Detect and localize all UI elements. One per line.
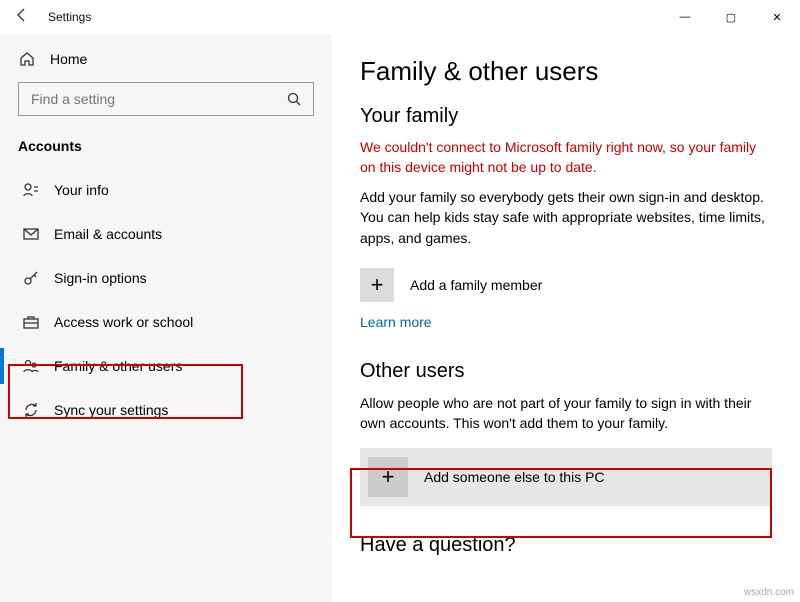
- sidebar-item-sync[interactable]: Sync your settings: [18, 388, 314, 432]
- search-icon: [285, 91, 303, 107]
- watermark: wsxdn.com: [744, 587, 794, 598]
- plus-icon: +: [368, 457, 408, 497]
- sidebar-item-work-school[interactable]: Access work or school: [18, 300, 314, 344]
- window-controls: — ▢ ✕: [662, 0, 800, 34]
- your-family-heading: Your family: [360, 105, 772, 128]
- other-users-desc: Allow people who are not part of your fa…: [360, 393, 772, 434]
- home-nav-item[interactable]: Home: [18, 44, 314, 82]
- sidebar-item-signin[interactable]: Sign-in options: [18, 256, 314, 300]
- home-icon: [18, 50, 36, 68]
- minimize-button[interactable]: —: [662, 0, 708, 34]
- sync-icon: [22, 401, 40, 419]
- home-label: Home: [50, 51, 87, 67]
- window-title: Settings: [48, 10, 91, 24]
- close-button[interactable]: ✕: [754, 0, 800, 34]
- sidebar-item-label: Sync your settings: [54, 402, 168, 418]
- sidebar-item-email[interactable]: Email & accounts: [18, 212, 314, 256]
- other-users-heading: Other users: [360, 360, 772, 383]
- main-content: Family & other users Your family We coul…: [332, 34, 800, 602]
- sidebar: Home Accounts Your info Email & accounts: [0, 34, 332, 602]
- add-family-label: Add a family member: [410, 277, 542, 293]
- mail-icon: [22, 225, 40, 243]
- family-icon: [22, 357, 40, 375]
- add-family-member-button[interactable]: + Add a family member: [360, 262, 598, 308]
- sidebar-item-family[interactable]: Family & other users: [18, 344, 314, 388]
- search-field[interactable]: [29, 90, 285, 108]
- sidebar-item-label: Access work or school: [54, 314, 193, 330]
- family-desc: Add your family so everybody gets their …: [360, 187, 772, 248]
- have-question-heading: Have a question?: [360, 534, 772, 557]
- learn-more-link[interactable]: Learn more: [360, 314, 432, 330]
- briefcase-icon: [22, 313, 40, 331]
- back-button[interactable]: [14, 7, 30, 27]
- add-other-user-button[interactable]: + Add someone else to this PC: [360, 448, 772, 506]
- sidebar-item-label: Email & accounts: [54, 226, 162, 242]
- add-other-label: Add someone else to this PC: [424, 469, 605, 485]
- sidebar-section-heading: Accounts: [18, 138, 314, 154]
- key-icon: [22, 269, 40, 287]
- sidebar-item-your-info[interactable]: Your info: [18, 168, 314, 212]
- page-title: Family & other users: [360, 56, 772, 87]
- plus-icon: +: [360, 268, 394, 302]
- family-error-text: We couldn't connect to Microsoft family …: [360, 138, 772, 177]
- sidebar-item-label: Your info: [54, 182, 109, 198]
- maximize-button[interactable]: ▢: [708, 0, 754, 34]
- search-input[interactable]: [18, 82, 314, 116]
- sidebar-item-label: Sign-in options: [54, 270, 147, 286]
- person-card-icon: [22, 181, 40, 199]
- sidebar-item-label: Family & other users: [54, 358, 182, 374]
- titlebar: Settings — ▢ ✕: [0, 0, 800, 34]
